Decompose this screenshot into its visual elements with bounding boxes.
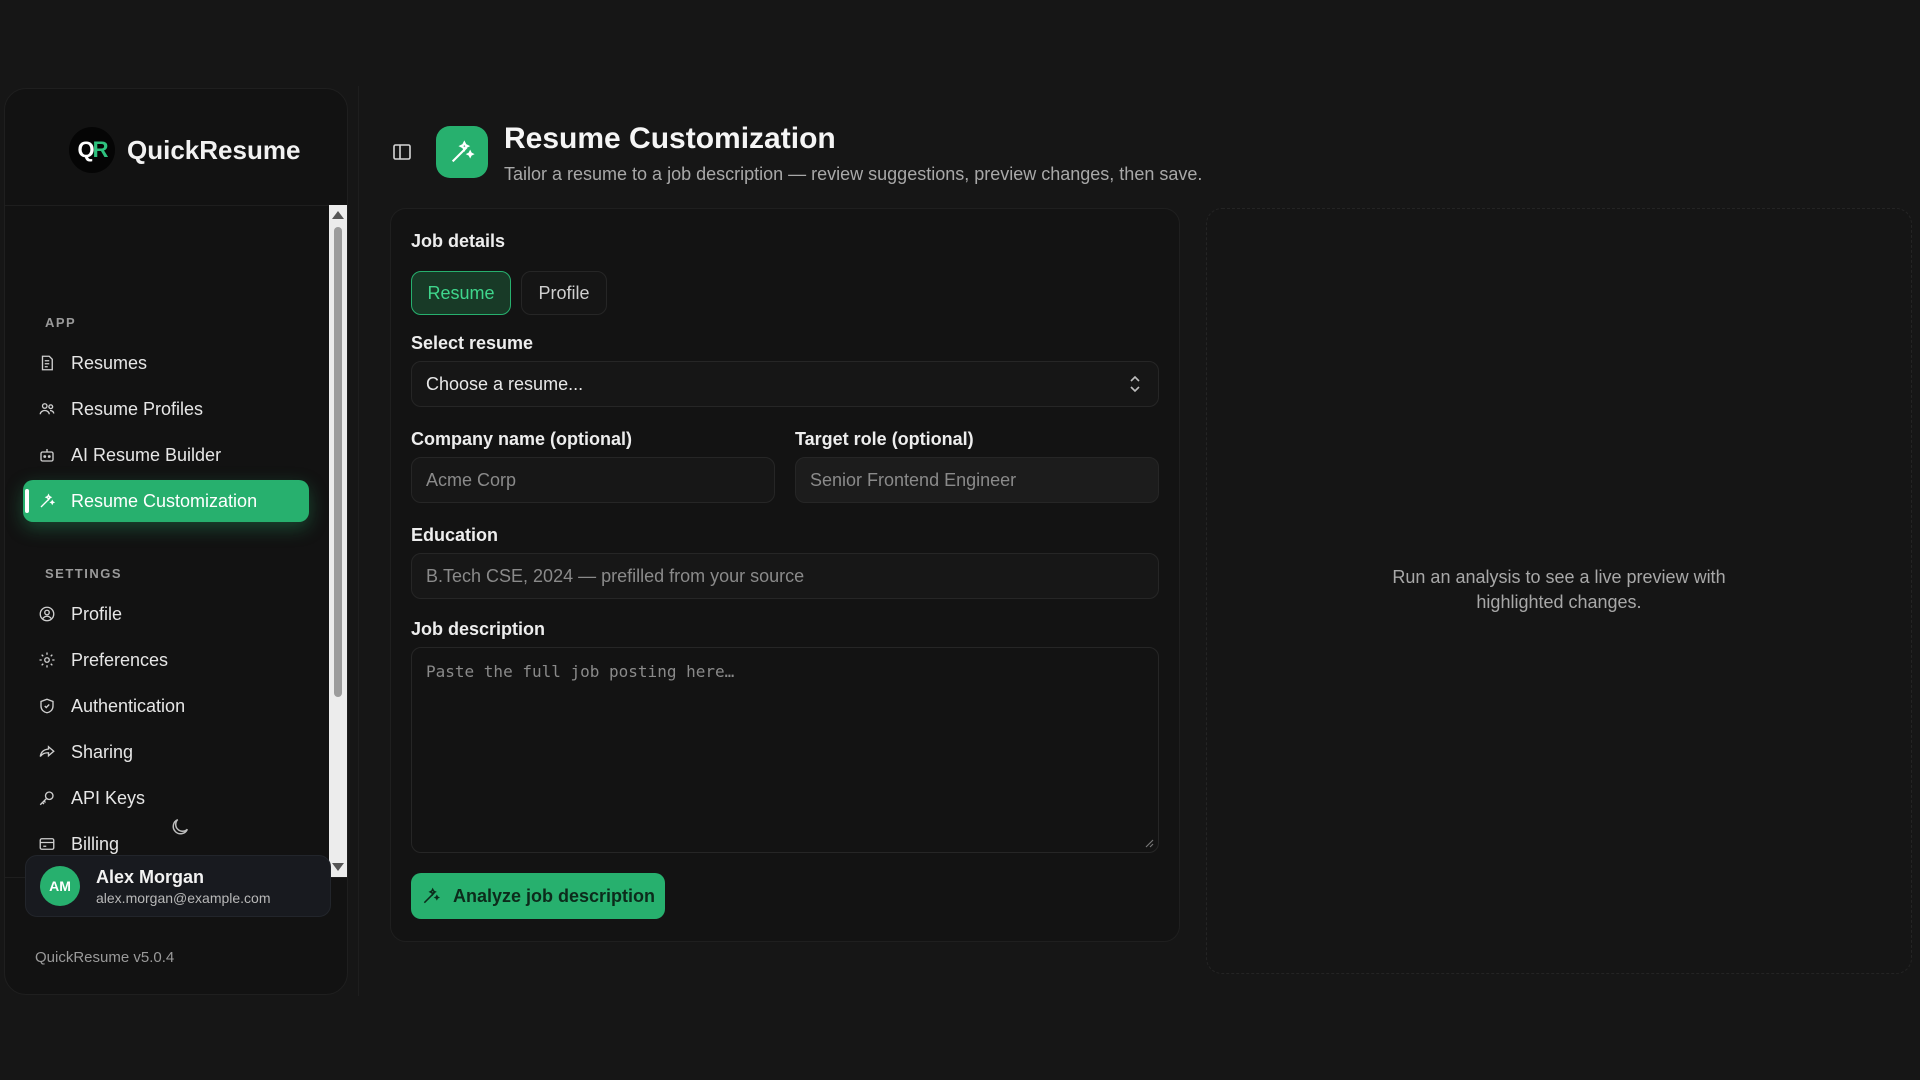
education-label: Education xyxy=(411,525,499,545)
job-description-textarea[interactable]: Paste the full job posting here… xyxy=(411,647,1159,853)
file-icon xyxy=(37,353,57,373)
sidebar-item-label: Preferences xyxy=(71,649,169,670)
role-placeholder: Senior Frontend Engineer xyxy=(810,469,1017,490)
sidebar-item-label: Authentication xyxy=(71,695,186,716)
shield-icon xyxy=(37,696,57,716)
job-description-label: Job description xyxy=(411,619,546,639)
company-input[interactable]: Acme Corp xyxy=(411,457,775,503)
job-description-placeholder: Paste the full job posting here… xyxy=(426,662,735,681)
sidebar-item-resumes[interactable]: Resumes xyxy=(23,342,309,384)
sidebar: QR QuickResume APP Resumes Resume Profil… xyxy=(4,88,348,995)
company-label: Company name (optional) xyxy=(411,429,633,449)
sidebar-item-label: Resume Profiles xyxy=(71,398,204,419)
select-resume-label: Select resume xyxy=(411,333,534,353)
active-indicator xyxy=(25,489,29,513)
brand[interactable]: QR QuickResume xyxy=(69,127,300,173)
share-icon xyxy=(37,742,57,762)
brand-name: QuickResume xyxy=(127,134,301,165)
scroll-up-arrow[interactable] xyxy=(332,211,344,219)
wand-icon xyxy=(436,126,488,178)
sidebar-item-preferences[interactable]: Preferences xyxy=(23,639,309,681)
wand-icon xyxy=(423,887,440,904)
brand-logo: QR xyxy=(69,127,115,173)
sidebar-item-label: AI Resume Builder xyxy=(71,444,222,465)
sidebar-item-label: Resumes xyxy=(71,352,148,373)
sidebar-item-label: Resume Customization xyxy=(71,490,258,511)
analyze-button[interactable]: Analyze job description xyxy=(411,873,665,919)
sidebar-item-label: Billing xyxy=(71,833,120,854)
sidebar-item-label: Sharing xyxy=(71,741,134,762)
section-title: Job details xyxy=(411,231,506,251)
gear-icon xyxy=(37,650,57,670)
key-icon xyxy=(37,788,57,808)
sidebar-item-label: API Keys xyxy=(71,787,146,808)
page-subtitle: Tailor a resume to a job description — r… xyxy=(504,164,1203,184)
analyze-button-label: Analyze job description xyxy=(452,885,656,906)
credit-card-icon xyxy=(37,834,57,854)
resume-select-value: Choose a resume... xyxy=(426,373,584,394)
sidebar-item-resume-customization[interactable]: Resume Customization xyxy=(23,480,309,522)
bot-icon xyxy=(37,445,57,465)
section-label-settings: SETTINGS xyxy=(45,566,123,581)
sidebar-item-authentication[interactable]: Authentication xyxy=(23,685,309,727)
sidebar-item-resume-profiles[interactable]: Resume Profiles xyxy=(23,388,309,430)
sidebar-item-sharing[interactable]: Sharing xyxy=(23,731,309,773)
sidebar-item-api-keys[interactable]: API Keys xyxy=(23,777,309,819)
tab-profile[interactable]: Profile xyxy=(521,271,607,315)
page-title: Resume Customization xyxy=(504,122,836,155)
sidebar-item-label: Profile xyxy=(71,603,123,624)
role-input[interactable]: Senior Frontend Engineer xyxy=(795,457,1159,503)
preview-panel: Run an analysis to see a live preview wi… xyxy=(1206,208,1912,974)
moon-icon[interactable] xyxy=(169,816,191,838)
user-name: Alex Morgan xyxy=(96,866,205,887)
divider xyxy=(358,86,359,996)
user-circle-icon xyxy=(37,604,57,624)
role-label: Target role (optional) xyxy=(795,429,974,449)
users-icon xyxy=(37,399,57,419)
sidebar-item-profile[interactable]: Profile xyxy=(23,593,309,635)
sidebar-toggle-icon[interactable] xyxy=(392,142,412,162)
resume-select[interactable]: Choose a resume... xyxy=(411,361,1159,407)
user-email: alex.morgan@example.com xyxy=(96,889,271,906)
scroll-down-arrow[interactable] xyxy=(332,863,344,871)
education-input[interactable]: B.Tech CSE, 2024 — prefilled from your s… xyxy=(411,553,1159,599)
chevron-up-down-icon xyxy=(1130,375,1140,393)
sidebar-nav: APP Resumes Resume Profiles AI Resume Bu… xyxy=(5,205,349,877)
wand-icon xyxy=(37,491,57,511)
section-label-app: APP xyxy=(45,315,77,330)
company-placeholder: Acme Corp xyxy=(426,469,517,490)
job-details-card: Job details Resume Profile Select resume… xyxy=(390,208,1180,942)
scrollbar-thumb[interactable] xyxy=(334,227,342,697)
user-card[interactable]: AM Alex Morgan alex.morgan@example.com xyxy=(25,855,331,917)
education-placeholder: B.Tech CSE, 2024 — prefilled from your s… xyxy=(426,565,805,586)
tab-resume[interactable]: Resume xyxy=(411,271,511,315)
avatar: AM xyxy=(40,866,80,906)
resize-handle-icon[interactable] xyxy=(1144,838,1154,848)
sidebar-item-ai-resume-builder[interactable]: AI Resume Builder xyxy=(23,434,309,476)
preview-empty-message: Run an analysis to see a live preview wi… xyxy=(1392,567,1726,612)
sidebar-scrollbar[interactable] xyxy=(329,205,347,877)
app-version: QuickResume v5.0.4 xyxy=(35,949,175,966)
